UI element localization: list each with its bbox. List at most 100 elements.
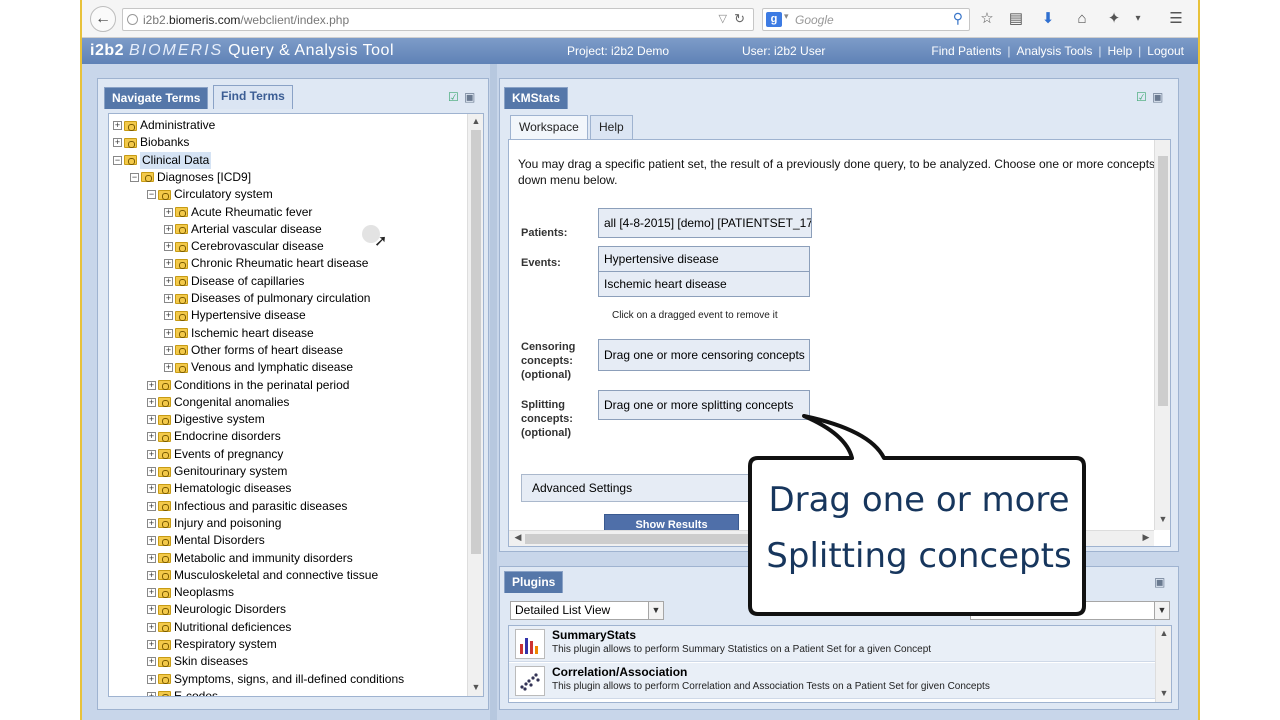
expand-icon[interactable]: + — [164, 328, 173, 338]
tree-node[interactable]: + Symptoms, signs, and ill-defined condit… — [147, 671, 404, 688]
expand-icon[interactable]: + — [147, 380, 156, 390]
collapse-icon[interactable]: − — [130, 172, 139, 182]
tree-node[interactable]: + Genitourinary system — [147, 463, 287, 480]
search-icon[interactable]: ⚲ — [953, 10, 963, 27]
expand-icon[interactable]: + — [164, 259, 173, 269]
tree-node[interactable]: + Skin diseases — [147, 653, 248, 670]
tree-node[interactable]: + Infectious and parasitic diseases — [147, 498, 347, 515]
workspace-vscrollbar[interactable]: ▼ — [1154, 140, 1170, 530]
tree-node[interactable]: + Metabolic and immunity disorders — [147, 550, 353, 567]
checkbox-icon[interactable]: ☑ — [448, 90, 459, 104]
expand-icon[interactable]: + — [147, 536, 156, 546]
tab-plugins[interactable]: Plugins — [504, 571, 564, 593]
patients-dropbox[interactable]: all [4-8-2015] [demo] [PATIENTSET_170 — [598, 208, 812, 238]
bookmark-star-icon[interactable]: ☆ — [977, 9, 997, 29]
tree-node[interactable]: + Neoplasms — [147, 584, 234, 601]
expand-icon[interactable]: + — [147, 432, 156, 442]
tree-node[interactable]: − Clinical Data — [113, 151, 212, 169]
expand-icon[interactable]: + — [147, 570, 156, 580]
tree-node[interactable]: + Chronic Rheumatic heart disease — [164, 255, 368, 272]
tree-node[interactable]: + Cerebrovascular disease — [164, 238, 324, 255]
expand-icon[interactable]: + — [147, 588, 156, 598]
reading-list-icon[interactable]: ▤ — [1006, 9, 1026, 29]
expand-icon[interactable]: + — [113, 121, 122, 130]
maximize-icon[interactable]: ▣ — [464, 90, 475, 104]
menu-icon[interactable]: ☰ — [1166, 9, 1186, 29]
expand-icon[interactable]: + — [164, 345, 173, 355]
expand-icon[interactable]: + — [164, 276, 173, 286]
tree-node[interactable]: + Disease of capillaries — [164, 273, 304, 290]
scroll-left-icon[interactable]: ◀ — [511, 532, 525, 543]
expand-icon[interactable]: + — [147, 674, 156, 684]
scroll-up-icon[interactable]: ▲ — [469, 116, 483, 126]
expand-icon[interactable]: + — [147, 691, 156, 696]
tree-node[interactable]: + Acute Rheumatic fever — [164, 204, 312, 221]
addon-dropdown-icon[interactable]: ▾ — [1128, 9, 1148, 29]
km-maximize-icon[interactable]: ▣ — [1152, 90, 1163, 104]
plugin-item[interactable]: Correlation/Association This plugin allo… — [509, 663, 1171, 699]
tree-node[interactable]: + Other forms of heart disease — [164, 342, 343, 359]
expand-icon[interactable]: + — [164, 242, 173, 252]
expand-icon[interactable]: + — [164, 207, 173, 217]
tree-node[interactable]: + Musculoskeletal and connective tissue — [147, 567, 378, 584]
reload-icon[interactable]: ↻ — [734, 11, 745, 27]
tree-node[interactable]: − Diagnoses [ICD9] — [130, 169, 251, 186]
plugin-scroll-up-icon[interactable]: ▲ — [1157, 628, 1171, 638]
tab-kmstats[interactable]: KMStats — [504, 87, 569, 109]
tree-node[interactable]: + Biobanks — [113, 134, 189, 151]
event-item[interactable]: Hypertensive disease — [598, 246, 810, 272]
expand-icon[interactable]: + — [113, 138, 122, 148]
view-select[interactable]: Detailed List View ▼ — [510, 601, 664, 620]
tree-node[interactable]: + Ischemic heart disease — [164, 325, 314, 342]
scroll-right-icon[interactable]: ▶ — [1139, 532, 1153, 543]
download-icon[interactable]: ⬇ — [1038, 9, 1058, 29]
expand-icon[interactable]: + — [147, 622, 156, 632]
plugin-item[interactable]: SummaryStats This plugin allows to perfo… — [509, 626, 1171, 662]
tree-node[interactable]: + Neurologic Disorders — [147, 601, 286, 618]
expand-icon[interactable]: + — [147, 501, 156, 511]
expand-icon[interactable]: + — [147, 397, 156, 407]
nav-logout[interactable]: Logout — [1147, 44, 1184, 58]
expand-icon[interactable]: + — [147, 657, 156, 667]
expand-icon[interactable]: + — [147, 553, 156, 563]
plugin-scrollbar[interactable]: ▲ ▼ — [1155, 626, 1171, 702]
nav-analysis-tools[interactable]: Analysis Tools — [1017, 44, 1093, 58]
expand-icon[interactable]: + — [164, 224, 173, 234]
tree-node[interactable]: + Injury and poisoning — [147, 515, 281, 532]
tree-node[interactable]: + Hypertensive disease — [164, 307, 306, 324]
tree-node[interactable]: + Mental Disorders — [147, 532, 265, 549]
home-icon[interactable]: ⌂ — [1072, 9, 1092, 29]
collapse-icon[interactable]: − — [113, 155, 122, 165]
plugins-maximize-icon[interactable]: ▣ — [1154, 575, 1165, 589]
censoring-dropbox[interactable]: Drag one or more censoring concepts — [598, 339, 810, 371]
tree-node[interactable]: + Digestive system — [147, 411, 265, 428]
tree-node[interactable]: + Venous and lymphatic disease — [164, 359, 353, 376]
expand-icon[interactable]: + — [147, 484, 156, 494]
engine-dropdown-icon[interactable]: ▾ — [784, 11, 789, 22]
tree-node[interactable]: + Respiratory system — [147, 636, 277, 653]
event-item[interactable]: Ischemic heart disease — [598, 271, 810, 297]
expand-icon[interactable]: + — [164, 363, 173, 373]
back-button[interactable]: ← — [90, 6, 116, 32]
tab-help[interactable]: Help — [590, 115, 633, 139]
tree-node[interactable]: + Conditions in the perinatal period — [147, 377, 349, 394]
tree-scroll-thumb[interactable] — [471, 130, 481, 554]
workspace-scroll-down-icon[interactable]: ▼ — [1156, 514, 1170, 524]
plugin-scroll-down-icon[interactable]: ▼ — [1157, 688, 1171, 698]
nav-help[interactable]: Help — [1107, 44, 1132, 58]
tree-node[interactable]: + E-codes — [147, 688, 218, 696]
collapse-icon[interactable]: − — [147, 190, 156, 200]
expand-icon[interactable]: + — [147, 640, 156, 649]
tab-navigate-terms[interactable]: Navigate Terms — [104, 87, 209, 109]
address-bar[interactable]: i2b2.biomeris.com/webclient/index.php ▽ … — [122, 8, 754, 31]
scroll-down-icon[interactable]: ▼ — [469, 682, 483, 692]
search-bar[interactable]: g ▾ Google ⚲ — [762, 8, 970, 31]
expand-icon[interactable]: + — [147, 605, 156, 615]
addon-icon[interactable]: ✦ — [1104, 9, 1124, 29]
expand-icon[interactable]: + — [147, 467, 156, 476]
tree-node[interactable]: + Arterial vascular disease — [164, 221, 322, 238]
tree-node[interactable]: + Congenital anomalies — [147, 394, 289, 411]
tab-workspace[interactable]: Workspace — [510, 115, 588, 139]
tree-node[interactable]: + Diseases of pulmonary circulation — [164, 290, 370, 307]
expand-icon[interactable]: + — [147, 415, 156, 425]
